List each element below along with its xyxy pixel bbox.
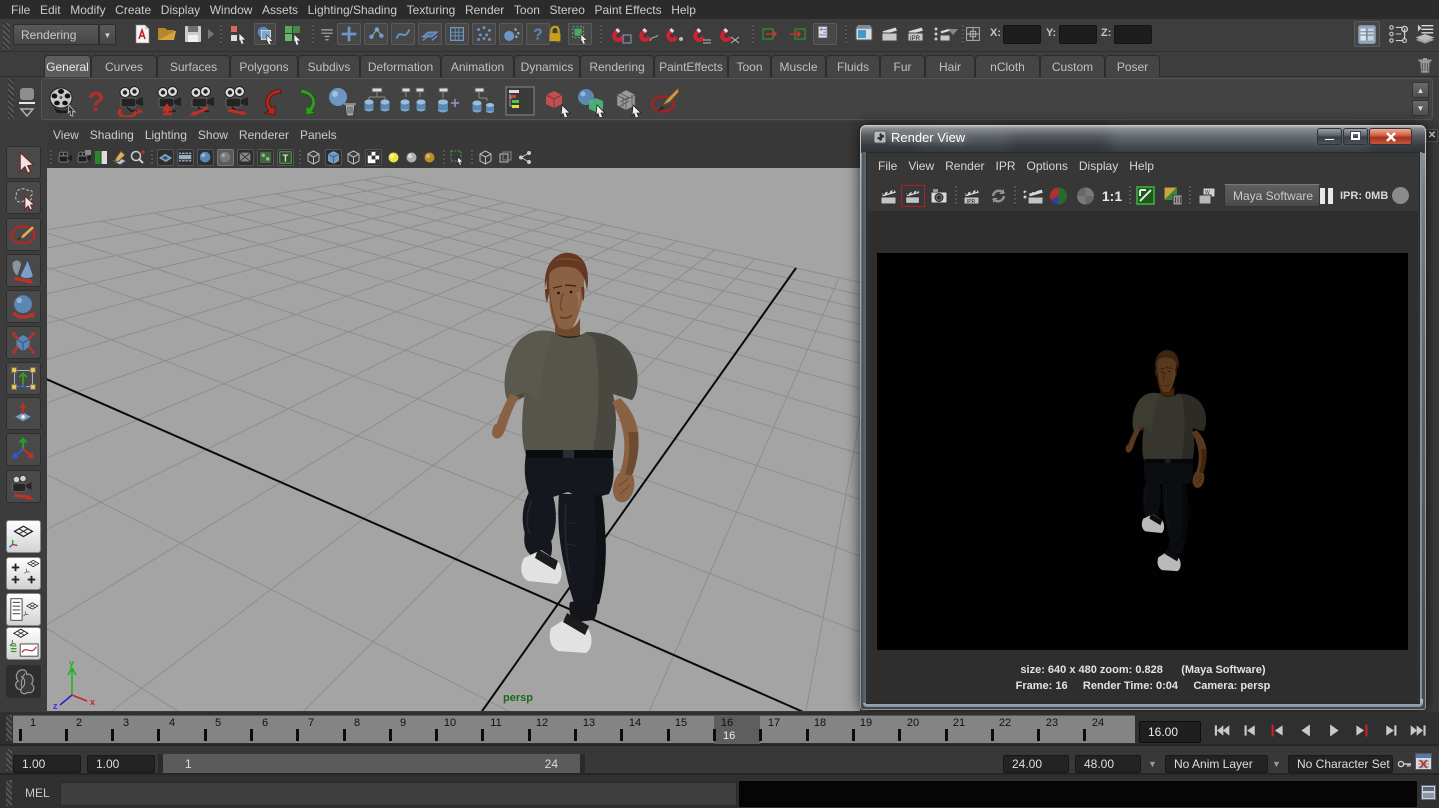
svg-text:T: T: [283, 153, 289, 164]
svg-text:?: ?: [533, 26, 542, 43]
svg-text:x: x: [90, 697, 95, 707]
svg-text:y: y: [69, 658, 74, 668]
svg-text:IPR: IPR: [967, 199, 976, 205]
svg-text:IPR: IPR: [910, 36, 921, 42]
svg-text:?: ?: [87, 86, 104, 117]
svg-text:persp: persp: [503, 692, 533, 704]
svg-text:z: z: [53, 701, 58, 711]
